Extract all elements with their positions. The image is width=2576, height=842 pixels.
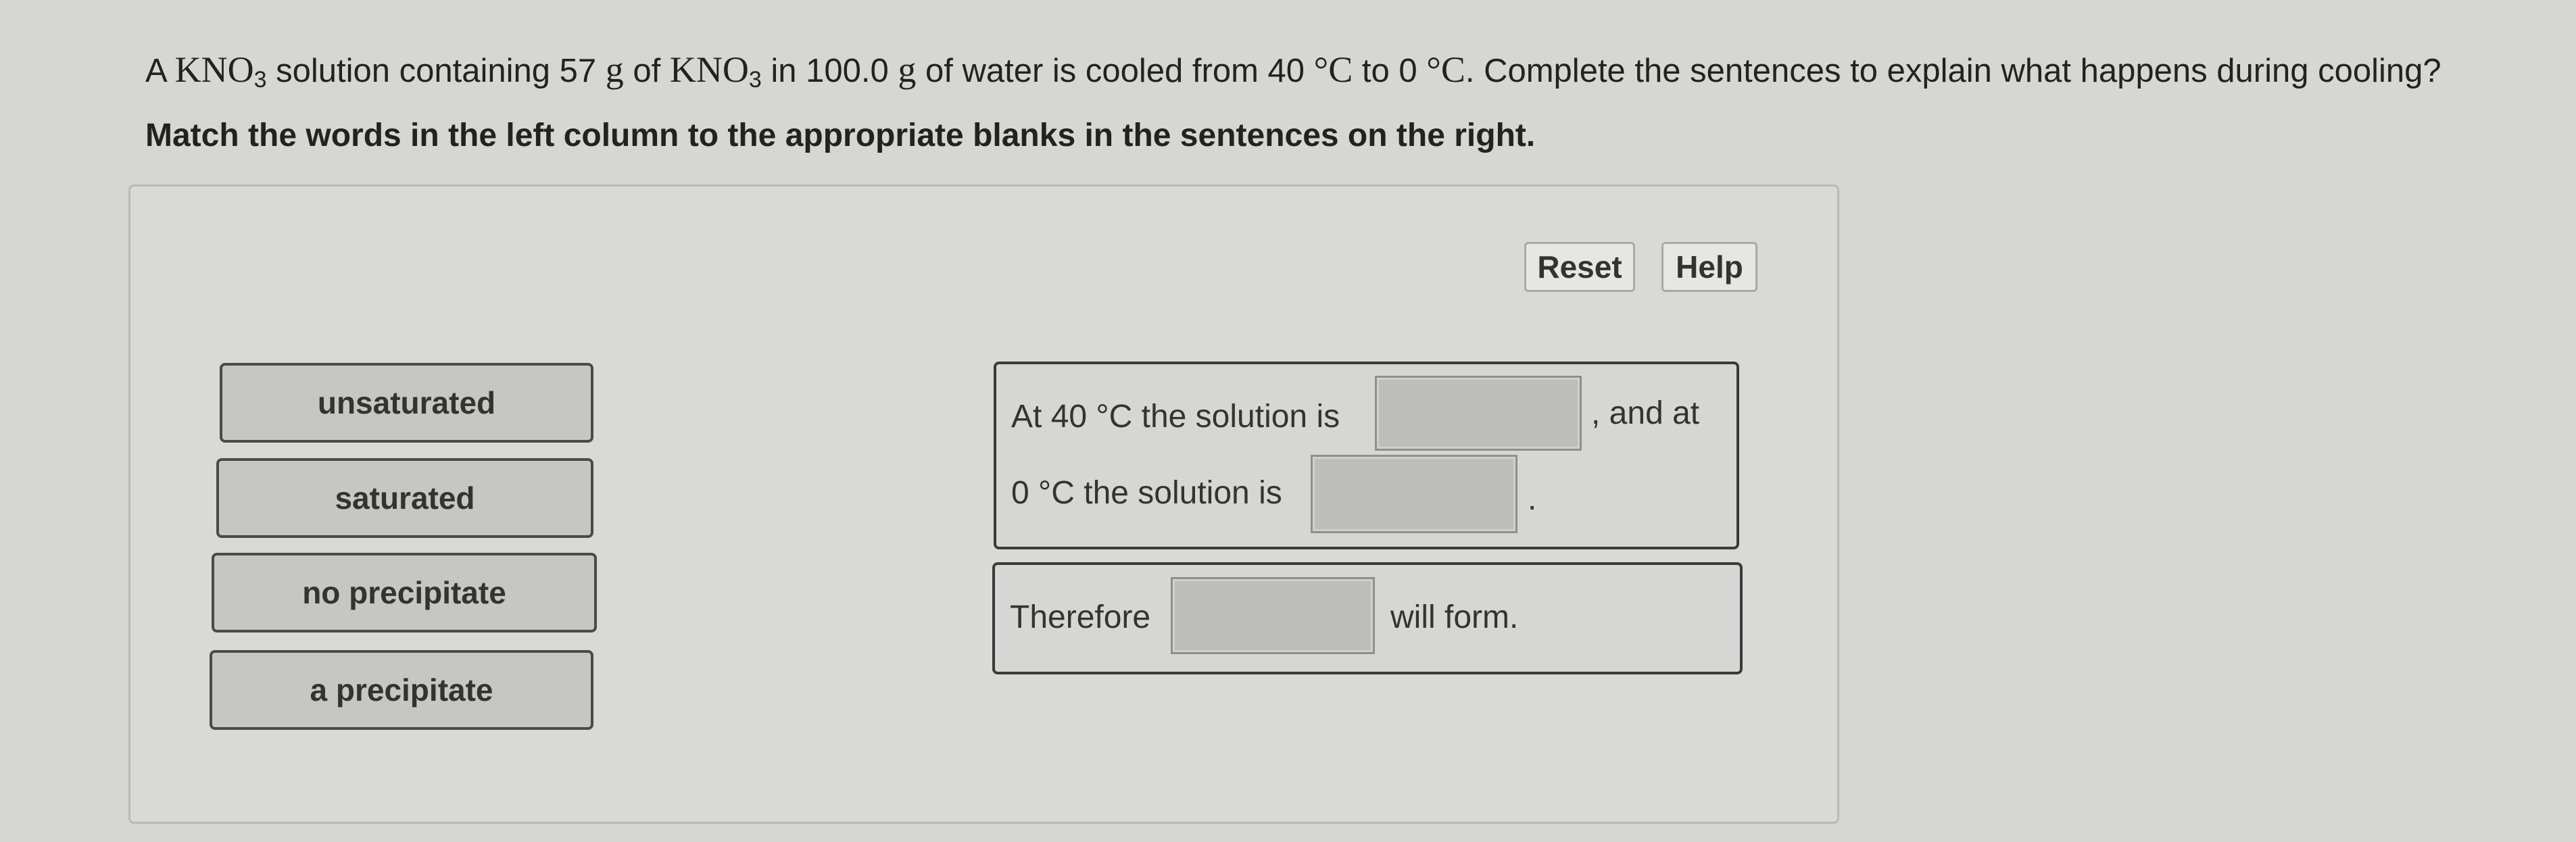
blank-precipitate-result[interactable] xyxy=(1171,577,1375,654)
word-tile-a-precipitate[interactable]: a precipitate xyxy=(210,650,593,730)
sentence2-text-1: Therefore xyxy=(1010,599,1151,635)
sentence2-text-2: will form. xyxy=(1390,599,1519,635)
reset-button[interactable]: Reset xyxy=(1524,242,1635,292)
blank-40c-state[interactable] xyxy=(1375,376,1582,451)
word-tile-unsaturated[interactable]: unsaturated xyxy=(220,363,593,443)
word-tile-no-precipitate[interactable]: no precipitate xyxy=(212,553,597,633)
help-button[interactable]: Help xyxy=(1661,242,1757,292)
sentence-box-1: At 40 °C the solution is , and at 0 °C t… xyxy=(994,362,1739,549)
instruction-text: Match the words in the left column to th… xyxy=(145,118,1536,153)
sentence1-text-1: At 40 °C the solution is xyxy=(1011,399,1340,435)
word-tile-saturated[interactable]: saturated xyxy=(216,458,593,538)
sentence1-text-3: 0 °C the solution is xyxy=(1011,475,1282,511)
sentence1-text-2: , and at xyxy=(1591,395,1700,431)
blank-0c-state[interactable] xyxy=(1311,455,1517,533)
sentence1-text-4: . xyxy=(1528,481,1537,517)
sentence-box-2: Therefore will form. xyxy=(992,562,1743,674)
question-text: A KNO3 solution containing 57 g of KNO3 … xyxy=(145,49,2441,93)
